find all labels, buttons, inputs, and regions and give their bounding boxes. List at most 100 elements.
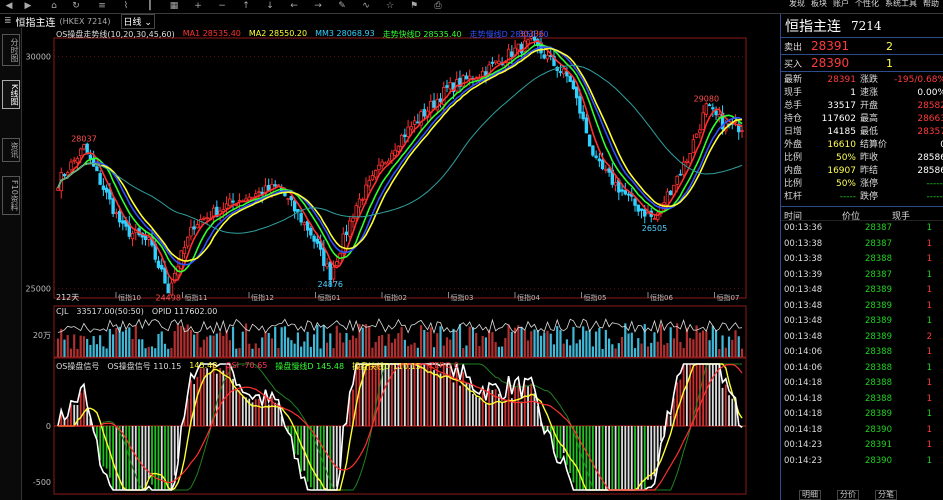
tick-row[interactable]: 00:13:38 28387 1	[784, 237, 940, 253]
tick-row[interactable]: 00:13:48 28389 1	[784, 314, 940, 330]
osc-legend-item: 操盘慢线D 145.48	[275, 361, 344, 372]
osc-legend-value: 0	[453, 361, 459, 370]
volume-bar	[462, 347, 465, 357]
tick-row[interactable]: 00:14:06 28388 1	[784, 345, 940, 361]
volume-bar	[368, 326, 371, 357]
osc-legend-value: 110.15	[153, 362, 182, 371]
footer-tab[interactable]: 明细	[799, 490, 821, 500]
candle-body	[82, 144, 86, 150]
volume-bar	[429, 327, 432, 357]
star-icon[interactable]: ☆	[384, 0, 396, 12]
volume-bar	[471, 327, 475, 357]
top-menu-item[interactable]: 个性化	[855, 0, 879, 10]
footer-tab[interactable]: 分价	[837, 490, 859, 500]
quote-value: 50%	[835, 153, 856, 163]
indicator-icon[interactable]: ∿	[360, 0, 372, 12]
volume-bar	[679, 341, 682, 357]
refresh-icon[interactable]: ↻	[70, 0, 82, 12]
timeline-icon[interactable]: ⌇	[120, 0, 132, 12]
footer-tab[interactable]: 分笔	[875, 490, 897, 500]
tick-time: 00:14:23	[784, 455, 823, 466]
left-tab[interactable]: 资讯	[2, 138, 20, 162]
left-tab[interactable]: F10资料	[2, 176, 20, 215]
tick-row[interactable]: 00:13:48 28389 2	[784, 330, 940, 346]
osc-legend-item: 145.48	[189, 361, 217, 372]
candle-body	[516, 43, 521, 51]
tick-row[interactable]: 00:13:38 28388 1	[784, 252, 940, 268]
top-menu-item[interactable]: 账户	[833, 0, 849, 10]
draw-icon[interactable]: ✎	[336, 0, 348, 12]
menu-icon[interactable]: ≣	[4, 16, 12, 26]
list-icon[interactable]: ≡	[96, 0, 108, 12]
arrow-left-icon[interactable]: ←	[288, 0, 300, 12]
chevron-down-icon: ⌄	[144, 17, 152, 28]
volume-bar	[633, 348, 637, 357]
tick-row[interactable]: 00:14:23 28390 1	[784, 454, 940, 470]
volume-bar	[468, 326, 471, 357]
top-menu-item[interactable]: 发现	[789, 0, 805, 10]
sell-row[interactable]: 卖出 28391 2	[781, 38, 943, 55]
volume-bar	[170, 347, 173, 357]
candle-body	[325, 263, 329, 268]
quote-title: 恒指主连 7214	[781, 14, 943, 38]
volume-bar	[231, 326, 235, 357]
kline-icon[interactable]: ┃	[144, 0, 156, 12]
arrow-up-icon[interactable]: ↑	[240, 0, 252, 12]
candle-body	[56, 187, 60, 191]
left-tab[interactable]: K线图	[2, 80, 20, 110]
period-selector[interactable]: 日线 ⌄	[120, 13, 155, 29]
tick-row[interactable]: 00:14:23 28391 1	[784, 438, 940, 454]
volume-bar	[218, 332, 222, 357]
zoom-in-icon[interactable]: +	[192, 0, 204, 12]
buy-row[interactable]: 买入 28390 1	[781, 55, 943, 72]
tick-row[interactable]: 00:13:48 28389 1	[784, 299, 940, 315]
grid-icon[interactable]: ▦	[168, 0, 180, 12]
arrow-right-icon[interactable]: →	[312, 0, 324, 12]
candle-body	[558, 71, 563, 73]
left-tab[interactable]: 分时图	[2, 34, 20, 66]
top-menu-item[interactable]: 系统工具	[885, 0, 917, 10]
forward-icon[interactable]: ▶	[22, 0, 34, 12]
chart-area[interactable]: 30000 25000 28037 24876 24498 30336 26505 29080…	[22, 28, 780, 500]
tick-row[interactable]: 00:14:06 28388 1	[784, 361, 940, 377]
tick-time: 00:14:18	[784, 378, 823, 388]
alert-icon[interactable]: ⚑	[408, 0, 420, 12]
x-tick-label: 恒指07	[717, 293, 740, 302]
tick-header: 时间 价位 现手	[781, 207, 943, 222]
top-menu-item[interactable]: 帮助	[923, 0, 939, 10]
candle-body	[416, 121, 420, 124]
volume-bar	[407, 346, 410, 357]
candle-body	[448, 82, 452, 90]
zoom-out-icon[interactable]: −	[216, 0, 228, 12]
tick-row[interactable]: 00:13:39 28387 1	[784, 268, 940, 284]
tick-row[interactable]: 00:13:36 28387 1	[784, 221, 940, 237]
tick-list[interactable]: 00:13:36 28387 1 00:13:38 28387 1 00:13:38 2838…	[781, 221, 943, 469]
top-menu-item[interactable]: 板块	[811, 0, 827, 10]
candle-body	[373, 170, 378, 178]
home-icon[interactable]: ⌂	[48, 0, 60, 12]
tick-row[interactable]: 00:14:18 28389 1	[784, 407, 940, 423]
tick-qty: 1	[926, 409, 932, 419]
arrow-down-icon[interactable]: ↓	[264, 0, 276, 12]
tick-row[interactable]: 00:13:48 28389 1	[784, 283, 940, 299]
volume-bar	[637, 338, 640, 357]
volume-bar	[277, 348, 280, 357]
volume-bar	[325, 342, 329, 357]
chart-svg[interactable]: 3000025000280372487624498303362650529080…	[22, 28, 780, 500]
tick-row[interactable]: 00:14:18 28390 1	[784, 423, 940, 439]
tick-row[interactable]: 00:14:18 28388 1	[784, 392, 940, 408]
x-tick-label: 恒指10	[118, 293, 141, 302]
print-icon[interactable]: ⎙	[432, 0, 444, 12]
tick-row[interactable]: 00:14:18 28388 1	[784, 376, 940, 392]
volume-bar	[193, 334, 196, 357]
volume-bar	[105, 348, 108, 357]
x-tick-label: 恒指06	[650, 293, 673, 302]
volume-bar	[556, 326, 559, 357]
back-icon[interactable]: ◀	[3, 0, 15, 12]
candle-body	[662, 202, 666, 205]
volume-bar	[572, 326, 575, 357]
volume-bar	[212, 335, 215, 357]
volume-bar	[60, 329, 63, 357]
volume-bar	[740, 348, 744, 357]
candle-body	[587, 134, 592, 147]
